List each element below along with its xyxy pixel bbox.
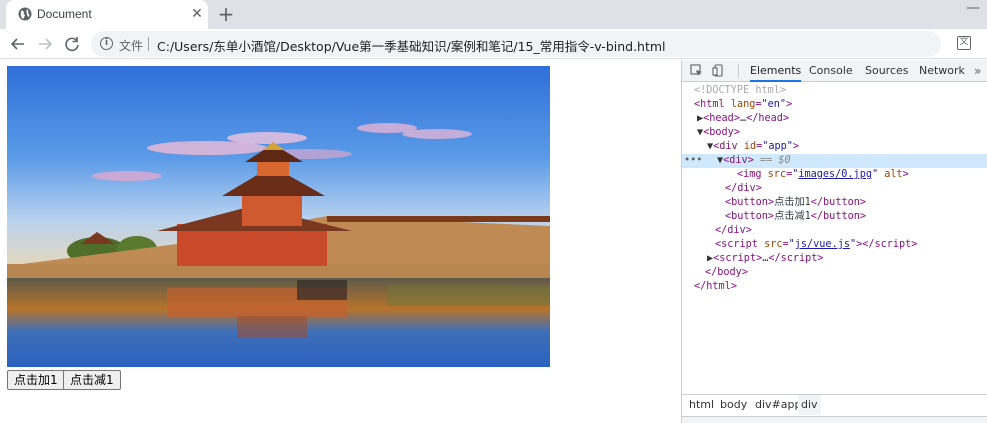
inspect-element-icon[interactable] [690,64,703,77]
dom-node-div-close[interactable]: </div> [682,182,987,196]
globe-icon [18,7,32,21]
more-tabs-icon[interactable]: » [974,60,981,82]
info-icon[interactable]: i [100,37,113,50]
omnibox-divider [148,37,149,51]
forbidden-city-photo [7,66,550,367]
dom-node-script-vue[interactable]: <script src="js/vue.js"></script> [682,238,987,252]
tab-sources[interactable]: Sources [865,60,909,82]
subtract-one-button[interactable]: 点击减1 [63,370,121,390]
dom-node-body[interactable]: ▼<body> [682,126,987,140]
forward-arrow-icon[interactable] [34,33,56,55]
scheme-label: 文件 [119,39,144,53]
devtools-divider [738,64,739,78]
dom-node-button-2[interactable]: <button>点击减1</button> [682,210,987,224]
breadcrumb: html body div#app div [682,394,987,416]
ellipsis-icon[interactable]: ••• [684,154,702,168]
tab-console[interactable]: Console [809,60,853,82]
dom-node-script-inline[interactable]: ▶<script>…</script> [682,252,987,266]
breadcrumb-html[interactable]: html [686,395,717,415]
back-arrow-icon[interactable] [7,33,29,55]
devtools-panel: Elements Console Sources Network » <!DOC… [681,60,987,423]
url-text[interactable]: C:/Users/东单小酒馆/Desktop/Vue第一季基础知识/案例和笔记/… [157,36,666,55]
plus-icon[interactable]: + [217,4,235,24]
breadcrumb-div-app[interactable]: div#app [752,395,804,415]
dom-node-body-close[interactable]: </body> [682,266,987,280]
browser-toolbar: i 文件 C:/Users/东单小酒馆/Desktop/Vue第一季基础知识/案… [0,29,987,59]
browser-tab[interactable]: Document ✕ [6,0,208,29]
devtools-tabbar: Elements Console Sources Network » [682,60,987,82]
dom-node-html[interactable]: <html lang="en"> [682,98,987,112]
close-icon[interactable]: ✕ [189,6,205,22]
dom-tree: <!DOCTYPE html> <html lang="en"> ▶<head>… [682,83,987,393]
styles-pane-strip [682,416,987,423]
breadcrumb-div[interactable]: div [798,395,821,415]
reload-icon[interactable] [61,33,83,55]
dom-node-div-app-close[interactable]: </div> [682,224,987,238]
tab-strip: Document ✕ + — [0,0,987,29]
translate-icon[interactable]: 文 [957,36,971,50]
device-toolbar-icon[interactable] [712,64,725,77]
tab-title: Document [37,7,92,21]
dom-node-html-close[interactable]: </html> [682,280,987,294]
address-bar[interactable]: i 文件 C:/Users/东单小酒馆/Desktop/Vue第一季基础知识/案… [91,31,941,57]
page-viewport: 点击加1 点击减1 [0,60,681,423]
dom-node-div-app[interactable]: ▼<div id="app"> [682,140,987,154]
add-one-button[interactable]: 点击加1 [7,370,65,390]
minimize-icon[interactable]: — [966,1,980,15]
tab-elements[interactable]: Elements [750,60,802,82]
dom-node-selected-div[interactable]: ••• ▼<div> == $0 [682,154,987,168]
dom-node-button-1[interactable]: <button>点击加1</button> [682,196,987,210]
dom-node-doctype[interactable]: <!DOCTYPE html> [682,84,987,98]
tab-network[interactable]: Network [919,60,965,82]
breadcrumb-body[interactable]: body [717,395,750,415]
dom-node-img[interactable]: <img src="images/0.jpg" alt> [682,168,987,182]
dom-node-head[interactable]: ▶<head>…</head> [682,112,987,126]
